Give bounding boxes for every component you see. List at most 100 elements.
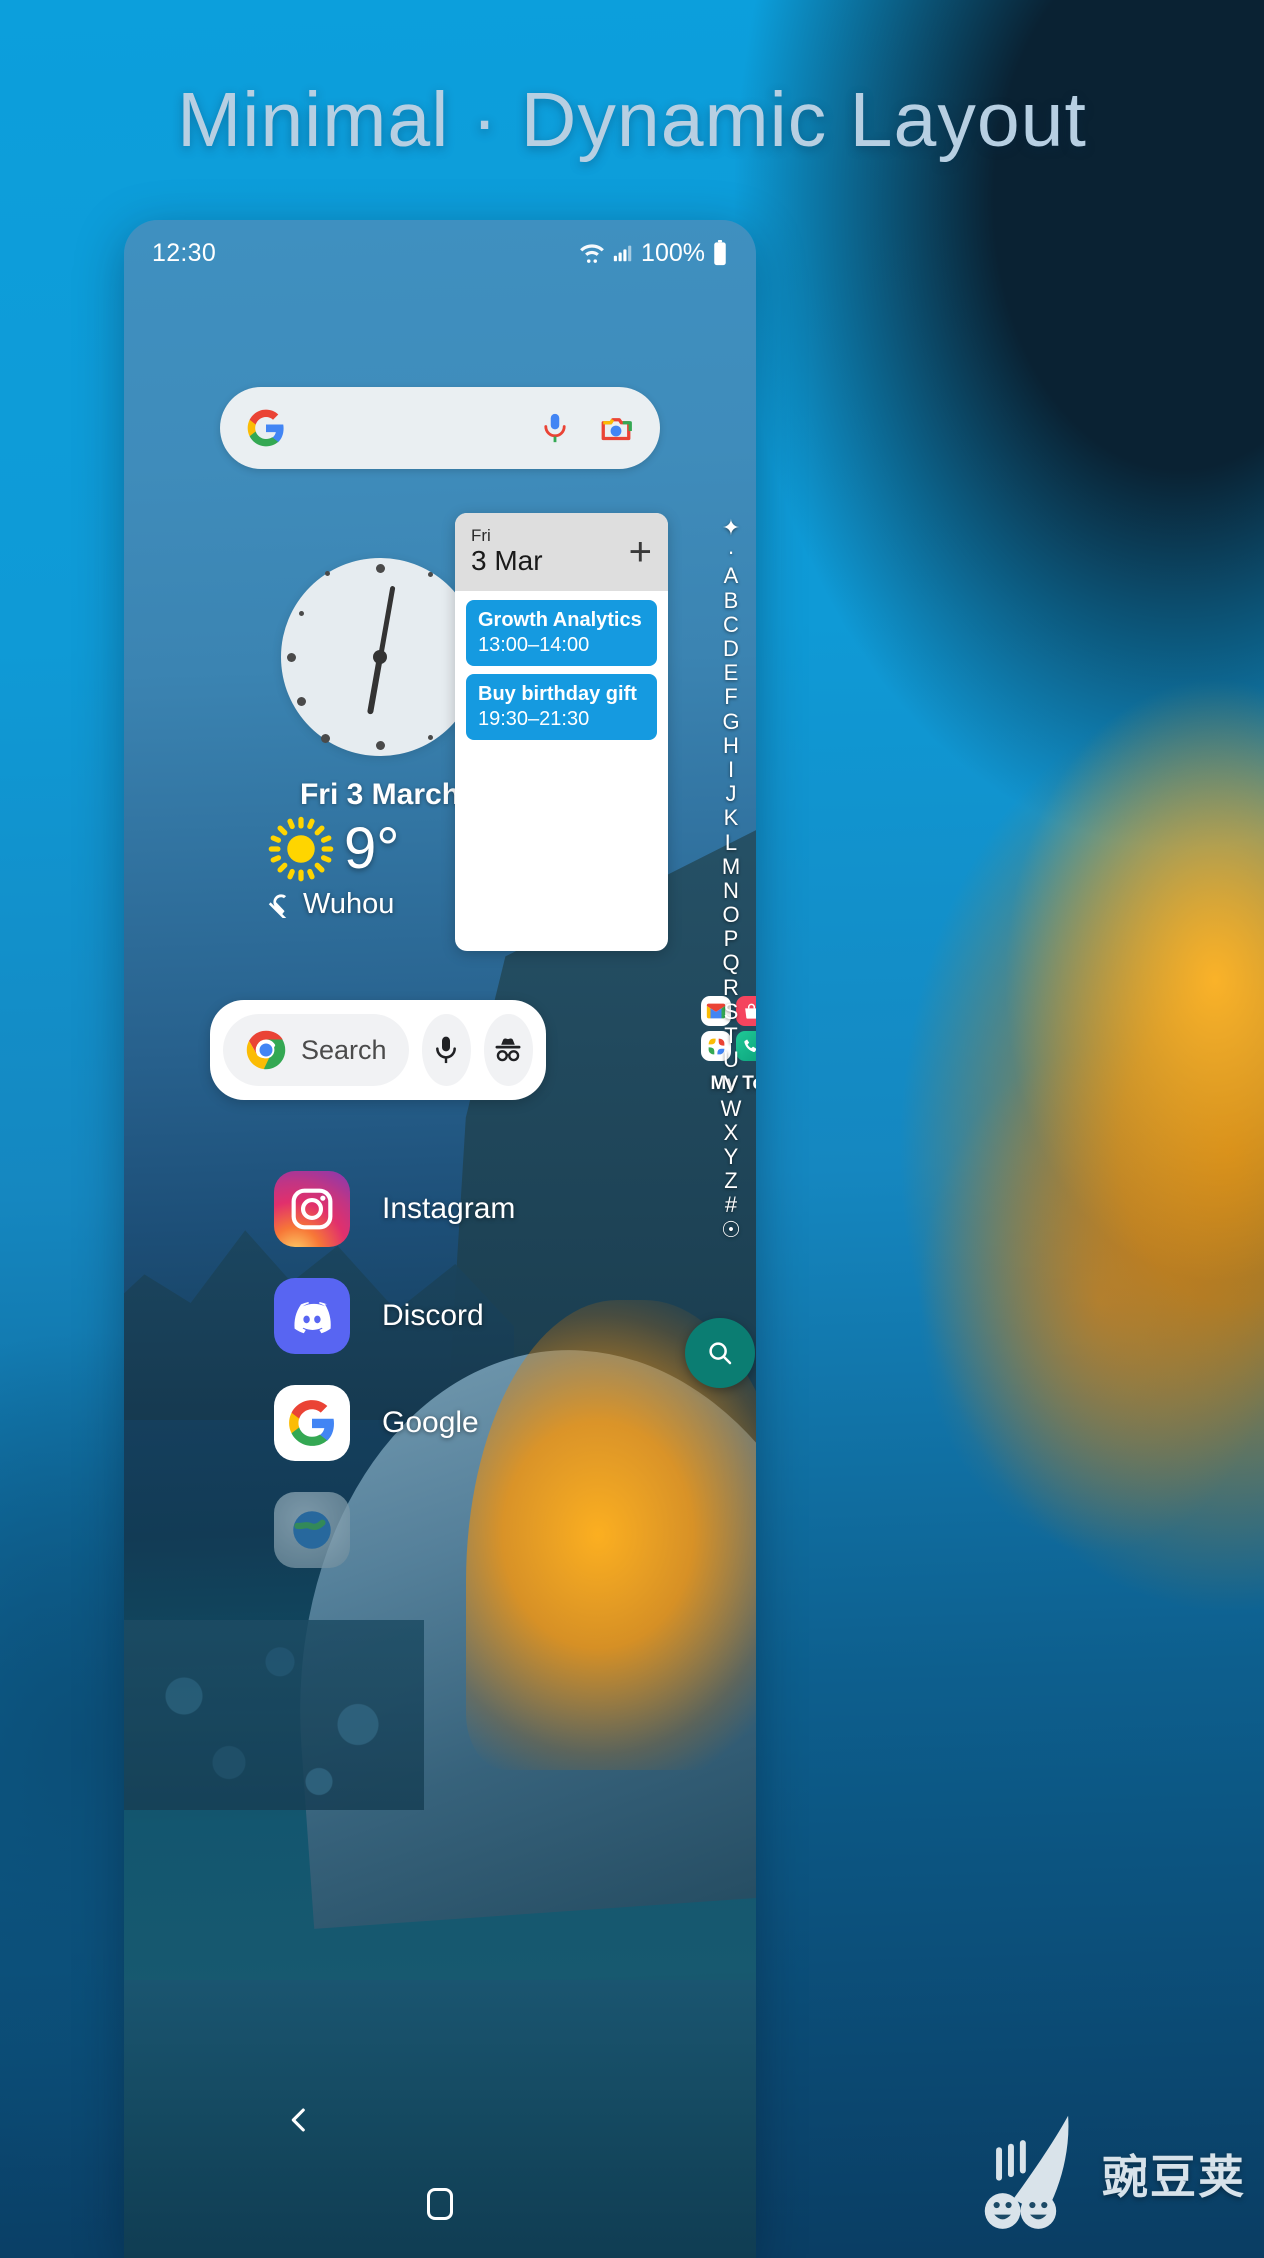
calendar-date-block: Fri 3 Mar bbox=[471, 525, 543, 578]
microphone-icon[interactable] bbox=[538, 411, 572, 445]
battery-icon bbox=[714, 240, 726, 266]
clock-tick-6 bbox=[375, 741, 385, 750]
clock-tick-12 bbox=[375, 564, 385, 573]
weather-widget[interactable]: 9° Wuhou bbox=[268, 816, 548, 921]
weather-location: Wuhou bbox=[303, 888, 395, 920]
alphabet-index-r[interactable]: R bbox=[723, 976, 739, 1000]
chrome-search-input[interactable]: Search bbox=[223, 1014, 409, 1086]
calendar-header: Fri 3 Mar + bbox=[455, 513, 668, 591]
alphabet-index-e[interactable]: E bbox=[724, 661, 739, 685]
alphabet-index-s[interactable]: S bbox=[724, 1000, 739, 1024]
incognito-icon bbox=[495, 1038, 521, 1062]
alphabet-index-symbol-0[interactable]: ✦ bbox=[722, 516, 740, 540]
instagram-icon bbox=[274, 1170, 350, 1247]
alphabet-index-symbol-29[interactable]: ☉ bbox=[721, 1217, 741, 1241]
calendar-event-time: 13:00–14:00 bbox=[478, 634, 590, 656]
alphabet-index-x[interactable]: X bbox=[724, 1121, 739, 1145]
calendar-event[interactable]: Buy birthday gift 19:30–21:30 bbox=[466, 674, 657, 740]
alphabet-index-symbol-1[interactable]: · bbox=[727, 540, 734, 564]
chrome-incognito-button[interactable] bbox=[483, 1014, 533, 1086]
nav-back-button[interactable] bbox=[606, 2174, 696, 2234]
weather-temperature: 9° bbox=[344, 816, 400, 881]
alphabet-index-i[interactable]: I bbox=[728, 758, 734, 782]
alphabet-index-c[interactable]: C bbox=[723, 613, 739, 637]
alphabet-index-l[interactable]: L bbox=[725, 830, 737, 854]
alphabet-index-d[interactable]: D bbox=[723, 637, 739, 661]
alphabet-index-q[interactable]: Q bbox=[722, 951, 739, 975]
clock-tick-7 bbox=[320, 734, 330, 743]
rocks bbox=[124, 1620, 424, 1810]
alphabet-index-scroller[interactable]: ✦ · A B C D E F G H I J K L M N O P Q R S T U V W X Y Z # ☉ bbox=[714, 516, 748, 1242]
search-fab[interactable] bbox=[685, 1318, 755, 1388]
home-square-icon bbox=[426, 2188, 453, 2220]
chrome-icon bbox=[246, 1030, 286, 1070]
calendar-day-of-week: Fri bbox=[471, 525, 491, 545]
alphabet-index-a[interactable]: A bbox=[724, 564, 739, 588]
wifi-icon bbox=[580, 244, 604, 263]
watermark: 豌豆荚 bbox=[970, 2111, 1246, 2236]
app-label: Discord bbox=[382, 1298, 484, 1332]
alphabet-index-p[interactable]: P bbox=[724, 927, 739, 951]
search-icon bbox=[709, 1342, 732, 1365]
signal-icon bbox=[613, 245, 632, 262]
calendar-event-title: Growth Analytics bbox=[478, 609, 642, 631]
alphabet-index-v[interactable]: V bbox=[724, 1072, 739, 1096]
battery-percent: 100% bbox=[641, 238, 705, 267]
google-search-widget[interactable] bbox=[220, 387, 660, 469]
clock-center-pin bbox=[373, 650, 387, 664]
discord-icon bbox=[274, 1277, 350, 1354]
alphabet-index-g[interactable]: G bbox=[722, 710, 739, 734]
clock-tick-10 bbox=[298, 611, 304, 617]
clock-minute-hand bbox=[377, 585, 395, 658]
sun-icon bbox=[268, 816, 334, 882]
clock-tick-9 bbox=[287, 652, 296, 662]
calendar-event[interactable]: Growth Analytics 13:00–14:00 bbox=[466, 600, 657, 666]
status-bar: 12:30 100% bbox=[124, 220, 756, 286]
location-off-icon bbox=[268, 893, 290, 918]
app-label: Google bbox=[382, 1405, 479, 1439]
app-list-item[interactable] bbox=[274, 1476, 694, 1583]
alphabet-index-o[interactable]: O bbox=[722, 903, 739, 927]
alphabet-index-f[interactable]: F bbox=[724, 685, 737, 709]
calendar-date: 3 Mar bbox=[471, 545, 543, 577]
app-list-item[interactable]: Instagram bbox=[274, 1155, 694, 1262]
app-list-item[interactable]: Discord bbox=[274, 1262, 694, 1369]
weather-main-row: 9° bbox=[268, 816, 548, 882]
app-list-item[interactable]: Google bbox=[274, 1369, 694, 1476]
alphabet-index-t[interactable]: T bbox=[724, 1024, 737, 1048]
watermark-text: 豌豆荚 bbox=[1102, 2150, 1246, 2203]
alphabet-index-u[interactable]: U bbox=[723, 1048, 739, 1072]
alphabet-index-z[interactable]: Z bbox=[724, 1169, 737, 1193]
alphabet-index-k[interactable]: K bbox=[724, 806, 739, 830]
chrome-search-widget[interactable]: Search bbox=[210, 1000, 546, 1100]
calendar-event-title: Buy birthday gift bbox=[478, 683, 637, 705]
chrome-search-placeholder: Search bbox=[301, 1034, 387, 1065]
alphabet-index-j[interactable]: J bbox=[726, 782, 737, 806]
microphone-icon bbox=[436, 1036, 457, 1064]
alphabet-index-h[interactable]: H bbox=[723, 734, 739, 758]
nav-home-button[interactable] bbox=[395, 2174, 485, 2234]
clock-face bbox=[281, 558, 479, 756]
status-icons: 100% bbox=[579, 239, 728, 268]
calendar-event-list: Growth Analytics 13:00–14:00 Buy birthda… bbox=[455, 591, 668, 749]
status-time: 12:30 bbox=[152, 238, 217, 267]
alphabet-index-b[interactable]: B bbox=[724, 589, 739, 613]
back-chevron-icon[interactable] bbox=[282, 2100, 316, 2140]
alphabet-index-n[interactable]: N bbox=[723, 879, 739, 903]
nav-recents-button[interactable] bbox=[184, 2174, 274, 2234]
google-icon bbox=[274, 1384, 350, 1461]
calendar-add-event-button[interactable]: + bbox=[629, 532, 652, 572]
google-g-icon bbox=[247, 409, 284, 447]
app-label: Instagram bbox=[382, 1191, 516, 1225]
alphabet-index-m[interactable]: M bbox=[722, 855, 740, 879]
navigation-bar bbox=[124, 2150, 756, 2258]
google-lens-icon[interactable] bbox=[598, 410, 634, 446]
clock-hour-hand bbox=[366, 656, 383, 715]
alphabet-index-w[interactable]: W bbox=[721, 1097, 742, 1121]
promo-headline: Minimal · Dynamic Layout bbox=[177, 77, 1087, 163]
chrome-voice-search-button[interactable] bbox=[421, 1014, 471, 1086]
wandoujia-logo bbox=[984, 2115, 1069, 2229]
calendar-event-time: 19:30–21:30 bbox=[478, 708, 590, 730]
alphabet-index-y[interactable]: Y bbox=[724, 1145, 739, 1169]
alphabet-index-symbol-28[interactable]: # bbox=[725, 1193, 737, 1217]
